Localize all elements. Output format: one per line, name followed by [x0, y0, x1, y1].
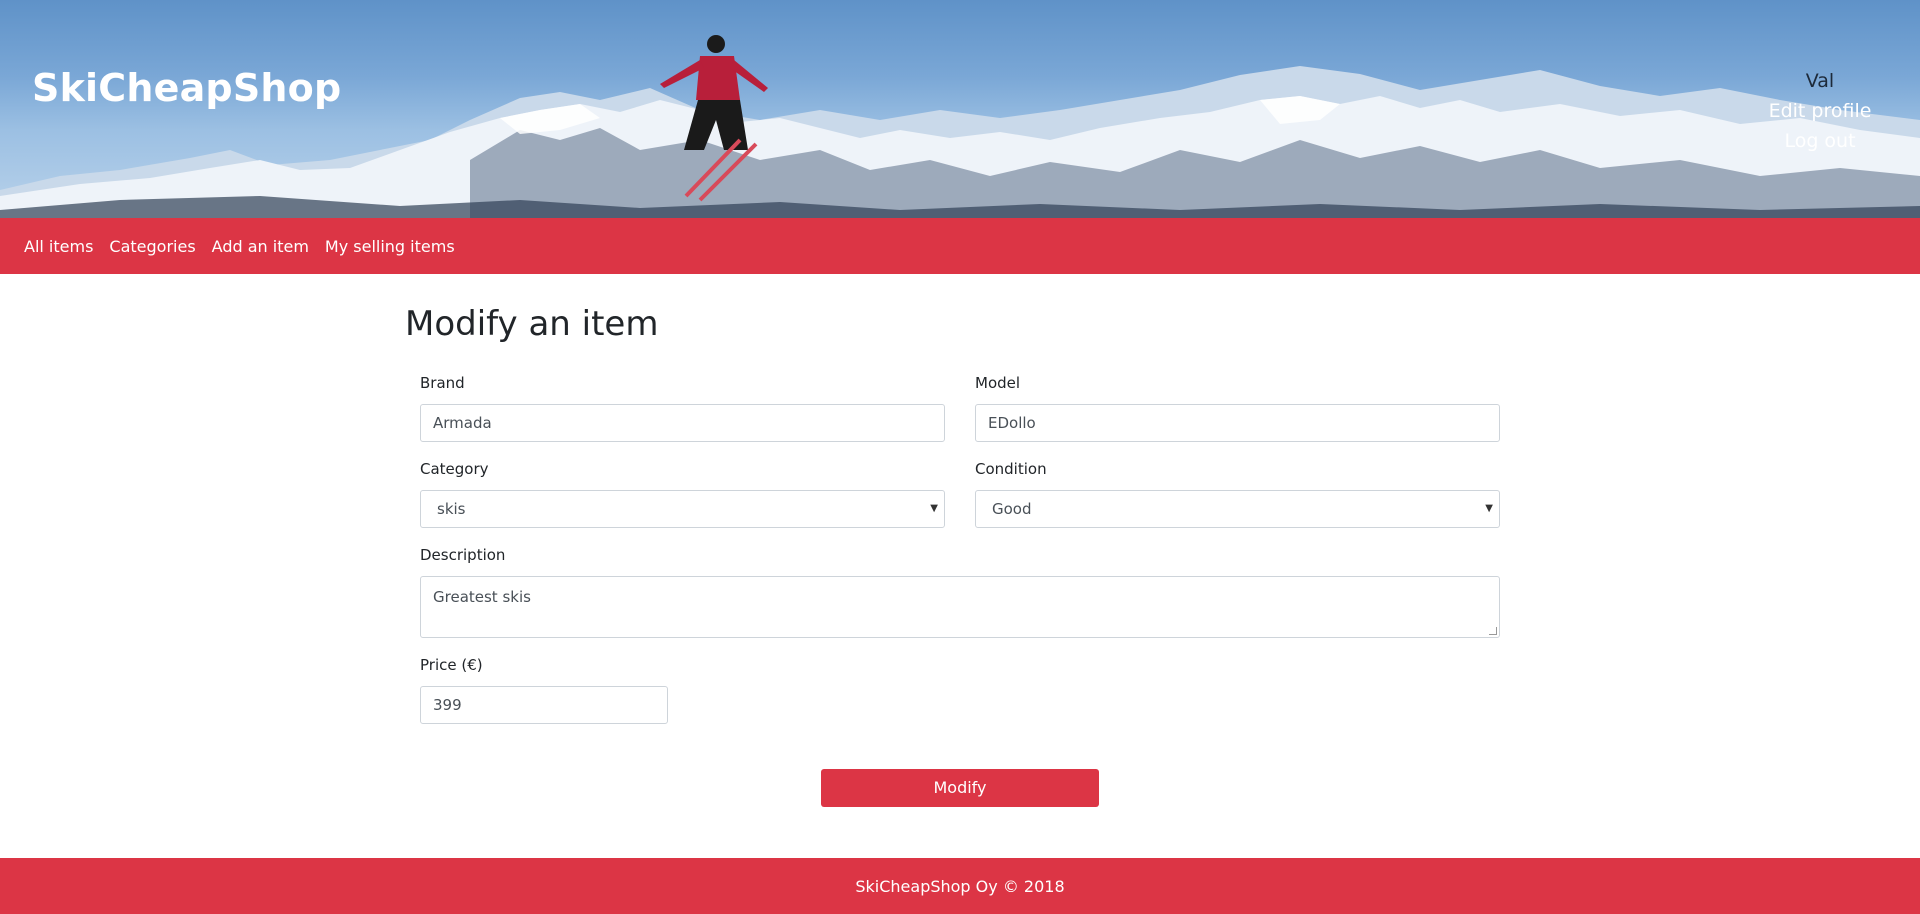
chevron-down-icon: ▼ [930, 503, 938, 514]
nav-add-item[interactable]: Add an item [212, 237, 309, 256]
price-label: Price (€) [420, 656, 483, 674]
site-brand[interactable]: SkiCheapShop [32, 66, 341, 110]
description-label: Description [420, 546, 506, 564]
nav-my-selling-items[interactable]: My selling items [325, 237, 455, 256]
page-title: Modify an item [405, 304, 659, 344]
resize-handle-icon[interactable] [1489, 627, 1497, 635]
footer: SkiCheapShop Oy © 2018 [0, 858, 1920, 914]
brand-input[interactable]: Armada [420, 404, 945, 442]
condition-select[interactable]: Good ▼ [975, 490, 1500, 528]
main-navbar: All items Categories Add an item My sell… [0, 218, 1920, 274]
edit-profile-link[interactable]: Edit profile [1750, 96, 1890, 126]
condition-label: Condition [975, 460, 1047, 478]
category-selected-value: skis [437, 500, 466, 518]
chevron-down-icon: ▼ [1485, 503, 1493, 514]
category-label: Category [420, 460, 489, 478]
user-menu: Val Edit profile Log out [1750, 66, 1890, 156]
model-input[interactable]: EDollo [975, 404, 1500, 442]
header-banner: SkiCheapShop Val Edit profile Log out [0, 0, 1920, 218]
log-out-link[interactable]: Log out [1750, 126, 1890, 156]
price-input[interactable]: 399 [420, 686, 668, 724]
description-textarea[interactable]: Greatest skis [420, 576, 1500, 638]
footer-text: SkiCheapShop Oy © 2018 [855, 876, 1065, 896]
nav-categories[interactable]: Categories [109, 237, 195, 256]
model-label: Model [975, 374, 1021, 392]
nav-all-items[interactable]: All items [24, 237, 93, 256]
modify-button[interactable]: Modify [821, 769, 1099, 807]
brand-label: Brand [420, 374, 465, 392]
description-text: Greatest skis [433, 588, 531, 606]
user-name: Val [1805, 70, 1835, 92]
condition-selected-value: Good [992, 500, 1032, 518]
category-select[interactable]: skis ▼ [420, 490, 945, 528]
